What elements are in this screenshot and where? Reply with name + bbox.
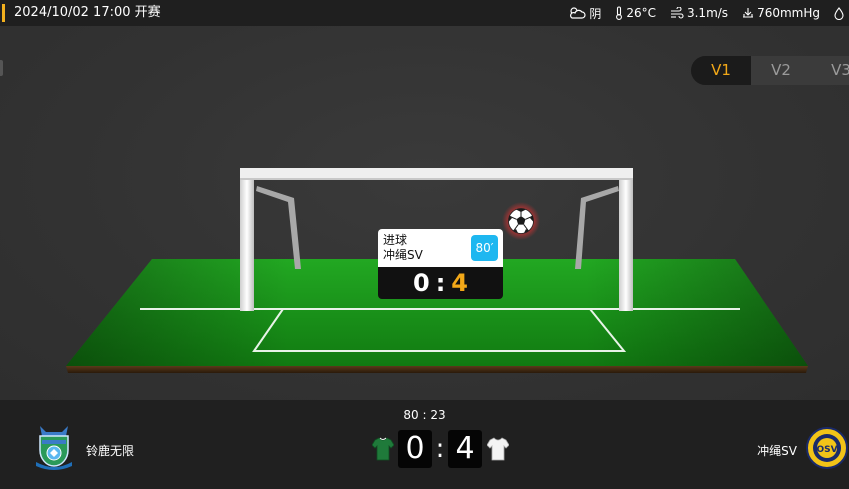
tab-v1[interactable]: V1: [691, 56, 751, 85]
weather-condition-text: 阴: [589, 6, 602, 21]
tab-v3[interactable]: V3: [811, 56, 849, 85]
football-icon: [508, 208, 534, 234]
goal-post-right: [619, 168, 633, 311]
match-status: 开赛: [134, 5, 161, 20]
cloudy-icon: [570, 7, 586, 19]
goal-popup: 进球 冲绳SV 80′ 0:4: [378, 229, 503, 299]
match-date: 2024/10/02 17:00: [14, 5, 131, 20]
home-score: 0: [398, 430, 432, 468]
weather-pressure: 760mmHg: [742, 6, 820, 20]
pressure-text: 760mmHg: [757, 6, 820, 20]
top-bar: 2024/10/02 17:00 开赛 阴 26°C 3.1m/s 760mmH…: [0, 0, 849, 26]
soil-edge: [66, 366, 808, 373]
goal-popup-home-score: 0: [412, 269, 430, 297]
goal-event-label: 进球: [383, 233, 408, 247]
away-team-logo: OSV: [806, 427, 848, 469]
weather-temperature: 26°C: [615, 6, 656, 20]
weather-humidity: [834, 6, 847, 20]
goal-popup-score: 0:4: [378, 267, 503, 299]
thermometer-icon: [616, 6, 623, 20]
score-separator: :: [435, 434, 445, 464]
weather-wind: 3.1m/s: [670, 6, 728, 20]
view-tabs: V1 V2 V3: [691, 56, 849, 85]
pressure-icon: [743, 8, 754, 18]
away-score: 4: [448, 430, 482, 468]
goal-popup-away-score: 4: [451, 269, 468, 297]
weather-condition: 阴: [568, 5, 601, 22]
goal-popup-score-sep: :: [435, 269, 446, 297]
goal-minute-badge: 80′: [471, 235, 498, 261]
svg-text:OSV: OSV: [816, 445, 837, 455]
humidity-icon: [834, 6, 844, 20]
weather-bar: 阴 26°C 3.1m/s 760mmHg: [568, 4, 849, 22]
temperature-text: 26°C: [626, 6, 656, 20]
wind-icon: [670, 7, 684, 19]
tab-v2[interactable]: V2: [751, 56, 811, 85]
accent-bar: [2, 4, 5, 22]
match-stage: V1 V2 V3 进球 冲绳SV 80′ 0:4: [0, 26, 849, 400]
goal-post-left: [240, 168, 254, 311]
goal-popup-header: 进球 冲绳SV 80′: [378, 229, 503, 267]
goal-back-right: [575, 186, 619, 269]
home-team-name: 铃鹿无限: [86, 444, 135, 458]
match-tracker: 2024/10/02 17:00 开赛 阴 26°C 3.1m/s 760mmH…: [0, 0, 849, 489]
wind-text: 3.1m/s: [686, 6, 729, 20]
match-clock: 80 : 23: [403, 408, 446, 422]
goal-back-left: [256, 186, 301, 269]
home-shirt-icon: [372, 437, 394, 461]
away-shirt-icon: [487, 437, 509, 461]
home-team-logo: [36, 426, 72, 470]
main-score: 0 : 4: [398, 430, 482, 468]
away-team-name: 冲绳SV: [757, 444, 797, 458]
goal-team-label: 冲绳SV: [383, 248, 423, 262]
scoreboard-bar: 80 : 23 铃鹿无限 0 : 4 冲绳SV OSV: [0, 400, 849, 489]
match-datetime: 2024/10/02 17:00 开赛: [14, 4, 161, 22]
